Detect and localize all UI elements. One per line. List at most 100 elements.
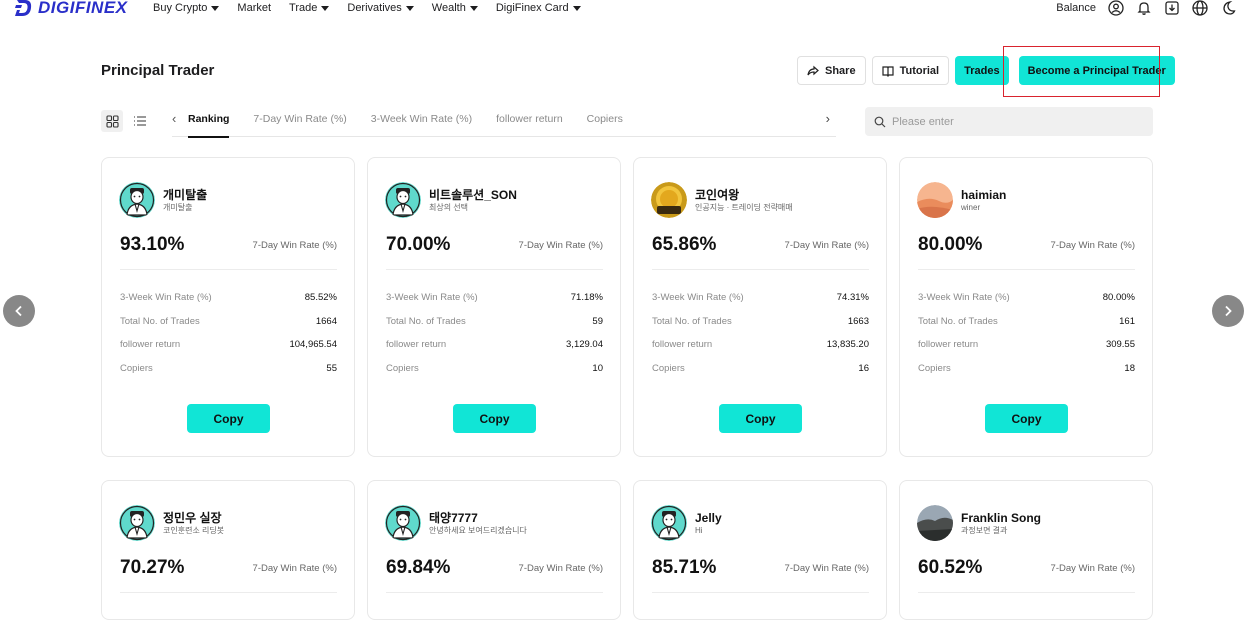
caret-down-icon <box>405 5 414 11</box>
trader-subtitle: 코인훈련소 리딩봇 <box>163 525 225 535</box>
download-icon[interactable] <box>1164 0 1180 16</box>
tab-copiers[interactable]: Copiers <box>587 101 623 137</box>
share-icon <box>807 65 819 75</box>
tutorial-label: Tutorial <box>899 64 940 77</box>
tab-7day-win-rate[interactable]: 7-Day Win Rate (%) <box>253 101 346 137</box>
trader-name: 태양7777 <box>429 510 478 525</box>
list-view-button[interactable] <box>129 110 151 132</box>
trader-name: 개미탈출 <box>163 187 208 202</box>
book-icon <box>881 65 894 77</box>
user-icon[interactable] <box>1108 0 1124 16</box>
search-box <box>865 107 1153 136</box>
divider <box>652 269 869 270</box>
trader-header: Jelly Hi <box>651 505 722 541</box>
tab-ranking[interactable]: Ranking <box>188 101 230 138</box>
trader-header: 개미탈출 개미탈출 <box>119 182 207 218</box>
win-rate-value: 93.10% <box>120 234 185 255</box>
gold-coin-avatar <box>651 182 687 218</box>
stat-value: 3,129.04 <box>566 339 603 350</box>
win-rate-label: 7-Day Win Rate (%) <box>1050 563 1135 574</box>
trader-card[interactable]: 개미탈출 개미탈출 93.10% 7-Day Win Rate (%) 3-We… <box>101 157 355 457</box>
trader-stats: 3-Week Win Rate (%) 74.31% Total No. of T… <box>652 292 869 386</box>
win-rate-value: 85.71% <box>652 557 717 578</box>
chevron-left-icon[interactable]: ‹ <box>172 111 188 126</box>
win-rate-value: 70.27% <box>120 557 185 578</box>
copy-button[interactable]: Copy <box>187 404 270 433</box>
nav-buy-crypto[interactable]: Buy Crypto <box>153 2 220 14</box>
stat-value: 71.18% <box>570 292 603 303</box>
trader-header: 정민우 실장 코인훈련소 리딩봇 <box>119 505 224 541</box>
carousel-next-button[interactable] <box>1212 295 1244 327</box>
stat-value: 85.52% <box>304 292 337 303</box>
tutorial-button[interactable]: Tutorial <box>871 56 950 85</box>
tab-3week-win-rate[interactable]: 3-Week Win Rate (%) <box>371 101 472 137</box>
win-rate-value: 60.52% <box>918 557 983 578</box>
balance-link[interactable]: Balance <box>1056 2 1096 14</box>
trader-subtitle: 과정보면 결과 <box>961 525 1008 535</box>
stat-row-3week: 3-Week Win Rate (%) 85.52% <box>120 292 337 316</box>
divider <box>918 269 1135 270</box>
trader-card[interactable]: Jelly Hi 85.71% 7-Day Win Rate (%) <box>633 480 887 620</box>
divider <box>386 592 603 593</box>
nav-wealth[interactable]: Wealth <box>432 2 478 14</box>
nav-trade[interactable]: Trade <box>289 2 330 14</box>
caret-down-icon <box>321 5 330 11</box>
landscape-photo-avatar <box>917 505 953 541</box>
trader-card[interactable]: 코인여왕 인공지능 · 트레이딩 전략매매 65.86% 7-Day Win R… <box>633 157 887 457</box>
nav-market[interactable]: Market <box>237 2 271 14</box>
stat-row-trades: Total No. of Trades 1664 <box>120 316 337 340</box>
stat-label: Total No. of Trades <box>652 315 732 327</box>
grid-view-button[interactable] <box>101 110 123 132</box>
stat-label: Total No. of Trades <box>120 315 200 327</box>
stat-row-3week: 3-Week Win Rate (%) 71.18% <box>386 292 603 316</box>
stat-value: 18 <box>1124 362 1135 374</box>
carousel-prev-button[interactable] <box>3 295 35 327</box>
search-input[interactable] <box>892 115 1142 128</box>
stat-row-trades: Total No. of Trades 1663 <box>652 316 869 340</box>
stat-label: 3-Week Win Rate (%) <box>918 292 1010 303</box>
tab-follower-return[interactable]: follower return <box>496 101 563 137</box>
globe-icon[interactable] <box>1192 0 1208 16</box>
nav-label: DigiFinex Card <box>495 2 569 14</box>
trades-button[interactable]: Trades <box>955 56 1009 85</box>
chevron-right-icon[interactable]: › <box>826 111 830 126</box>
desert-photo-avatar <box>917 182 953 218</box>
nav-digifinex-card[interactable]: DigiFinex Card <box>496 2 581 14</box>
caret-down-icon <box>469 5 478 11</box>
stat-row-trades: Total No. of Trades 59 <box>386 316 603 340</box>
win-rate-label: 7-Day Win Rate (%) <box>518 240 603 251</box>
trader-stats: 3-Week Win Rate (%) 71.18% Total No. of T… <box>386 292 603 386</box>
trader-card[interactable]: 정민우 실장 코인훈련소 리딩봇 70.27% 7-Day Win Rate (… <box>101 480 355 620</box>
stat-label: 3-Week Win Rate (%) <box>120 292 212 303</box>
bell-icon[interactable] <box>1136 0 1152 16</box>
nav-derivatives[interactable]: Derivatives <box>347 2 414 14</box>
share-label: Share <box>825 64 856 77</box>
stat-label: Total No. of Trades <box>918 315 998 327</box>
trader-card[interactable]: haimian winer 80.00% 7-Day Win Rate (%) … <box>899 157 1153 457</box>
share-button[interactable]: Share <box>797 56 866 85</box>
stat-row-return: follower return 104,965.54 <box>120 339 337 363</box>
stat-label: follower return <box>918 339 979 350</box>
default-avatar <box>119 182 155 218</box>
trader-card[interactable]: Franklin Song 과정보면 결과 60.52% 7-Day Win R… <box>899 480 1153 620</box>
stat-row-return: follower return 13,835.20 <box>652 339 869 363</box>
copy-button[interactable]: Copy <box>985 404 1068 433</box>
stat-row-trades: Total No. of Trades 161 <box>918 316 1135 340</box>
trader-card[interactable]: 태양7777 안녕하세요 보여드리겠습니다 69.84% 7-Day Win R… <box>367 480 621 620</box>
stat-value: 80.00% <box>1102 292 1135 303</box>
copy-button[interactable]: Copy <box>453 404 536 433</box>
stat-row-3week: 3-Week Win Rate (%) 80.00% <box>918 292 1135 316</box>
trader-subtitle: 안녕하세요 보여드리겠습니다 <box>429 525 527 535</box>
nav-label: Derivatives <box>347 2 402 14</box>
stat-label: Copiers <box>120 362 153 374</box>
brand-logo[interactable]: DIGIFINEX <box>14 0 128 18</box>
win-rate-label: 7-Day Win Rate (%) <box>784 563 869 574</box>
divider <box>120 592 337 593</box>
divider <box>386 269 603 270</box>
moon-icon[interactable] <box>1220 0 1236 16</box>
trader-subtitle: Hi <box>695 525 703 535</box>
trader-card[interactable]: 비트솔루션_SON 최상의 선택 70.00% 7-Day Win Rate (… <box>367 157 621 457</box>
copy-button[interactable]: Copy <box>719 404 802 433</box>
chevron-right-icon <box>1225 305 1232 317</box>
trader-subtitle: winer <box>961 202 981 212</box>
